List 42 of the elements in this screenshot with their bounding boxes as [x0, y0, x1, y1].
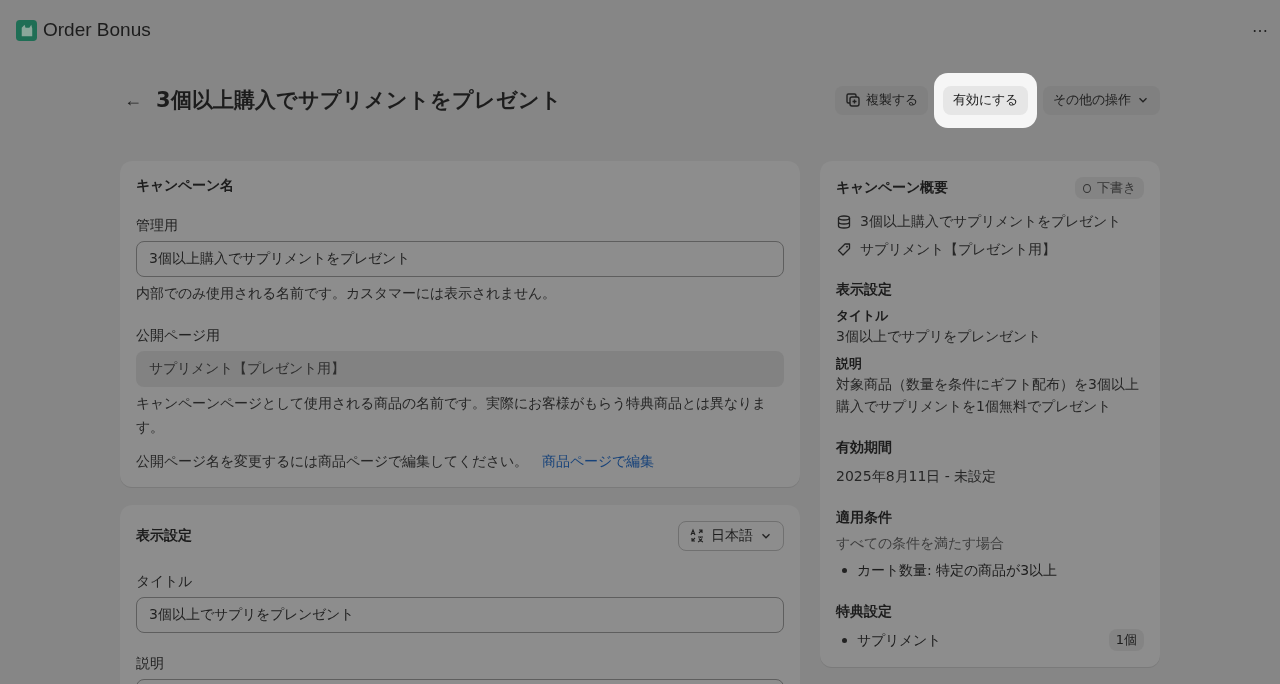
database-icon: [836, 214, 852, 230]
field-label: 説明: [136, 655, 165, 673]
count-badge: 1個: [1108, 629, 1144, 651]
summary-text: 3個以上購入でサプリメントをプレゼント: [860, 213, 1121, 231]
app-logo-icon: [16, 19, 37, 41]
admin-name-field[interactable]: 3個以上購入でサプリメントをプレゼント: [136, 241, 784, 277]
field-label: 公開ページ用: [136, 327, 221, 345]
conditions-note: すべての条件を満たす場合: [836, 535, 1005, 553]
app-name: Order Bonus: [43, 19, 151, 41]
card-heading: 表示設定: [136, 527, 192, 545]
note-text: 公開ページ名を変更するには商品ページで編集してください。: [136, 453, 528, 471]
title-field[interactable]: 3個以上でサプリをプレンゼント: [136, 597, 784, 633]
card-heading: キャンペーン名: [136, 177, 235, 195]
translate-icon: [689, 528, 705, 544]
summary-label: 説明: [836, 355, 863, 373]
section-heading: 有効期間: [836, 439, 893, 457]
condition-item: カート数量: 特定の商品が3以上: [857, 561, 1058, 580]
section-heading: 特典設定: [836, 603, 893, 621]
activate-button[interactable]: 有効にする: [943, 85, 1028, 115]
field-label: タイトル: [136, 573, 193, 591]
period-text: 2025年8月11日 - 未設定: [836, 467, 998, 486]
page-title: 3個以上購入でサプリメントをプレゼント: [156, 87, 562, 114]
field-label: 管理用: [136, 217, 179, 235]
help-text: 内部でのみ使用される名前です。カスタマーには表示されません。: [136, 284, 557, 303]
section-heading: 表示設定: [836, 281, 893, 299]
back-button[interactable]: ←: [120, 89, 146, 111]
help-text: キャンペーンページとして使用される商品の名前です。実際にお客様がもらう特典商品とは異なります。: [136, 394, 767, 437]
summary-value: 対象商品（数量を条件にギフト配布）を3個以上購入でサプリメントを1個無料でプレゼント: [836, 375, 1140, 416]
card-heading: キャンペーン概要: [836, 179, 948, 197]
bonus-item: サプリメント: [857, 631, 942, 650]
tag-icon: [836, 242, 852, 258]
language-select[interactable]: 日本語: [678, 521, 784, 551]
more-button[interactable]: ⋯: [1248, 20, 1272, 40]
summary-text: サプリメント【プレゼント用】: [860, 241, 1056, 259]
summary-value: 3個以上でサプリをプレンゼント: [836, 327, 1042, 346]
section-heading: 適用条件: [836, 509, 893, 527]
duplicate-icon: [845, 92, 861, 108]
summary-label: タイトル: [836, 307, 889, 325]
status-badge: 下書き: [1075, 177, 1144, 199]
duplicate-button[interactable]: 複製する: [835, 85, 928, 115]
edit-product-link[interactable]: 商品ページで編集: [542, 453, 654, 471]
more-actions-button[interactable]: その他の操作: [1043, 85, 1160, 115]
